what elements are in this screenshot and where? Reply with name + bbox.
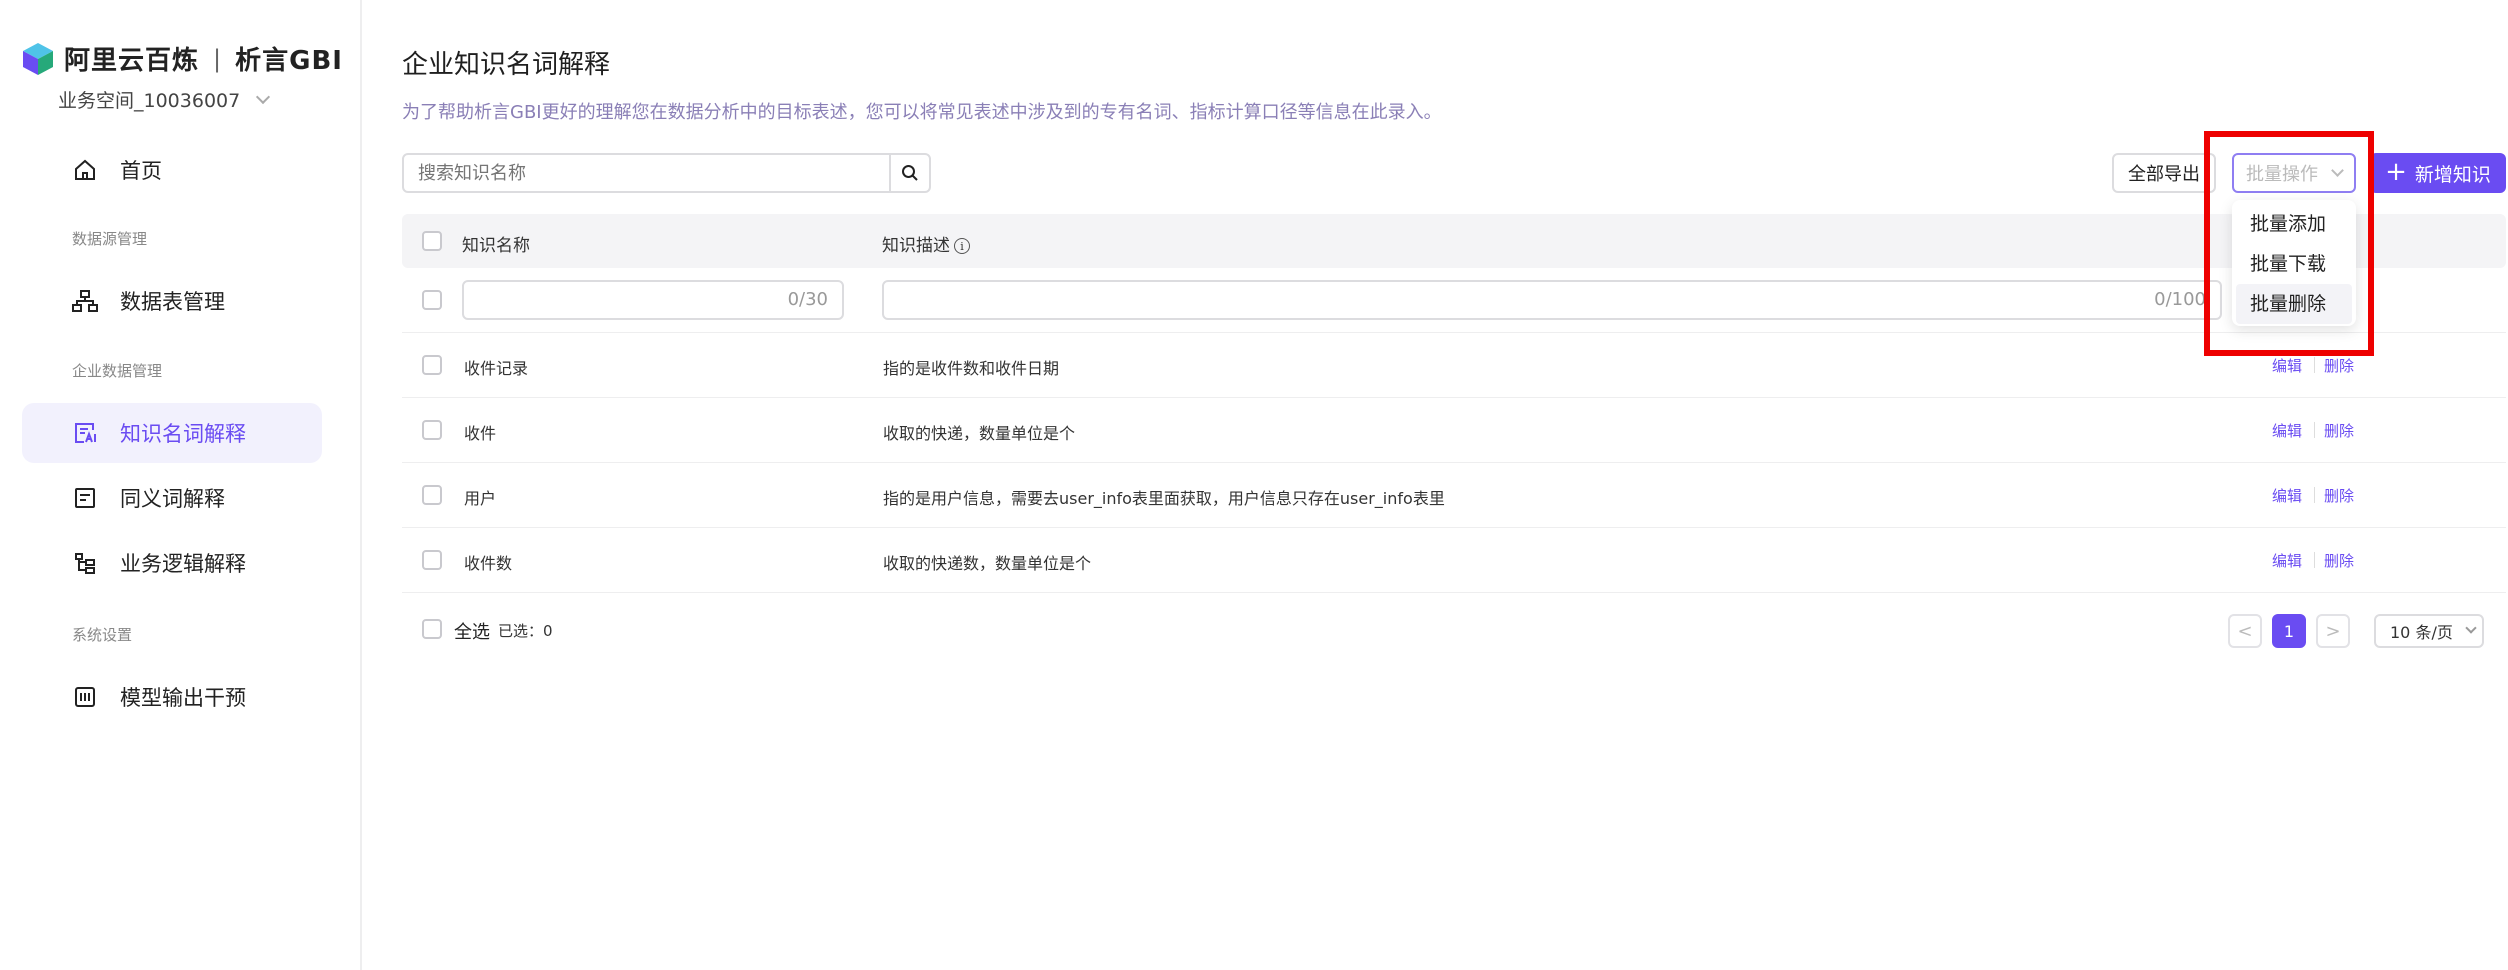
document-icon <box>72 485 98 511</box>
model-output-icon <box>72 684 98 710</box>
workspace-selector[interactable]: 业务空间_10036007 <box>58 86 271 113</box>
home-icon <box>72 157 98 183</box>
action-divider <box>2314 552 2315 568</box>
nav-group-enterprise: 企业数据管理 <box>72 362 163 380</box>
sidebar-item-label: 模型输出干预 <box>120 686 246 710</box>
knowledge-description: 指的是用户信息，需要去user_info表里面获取，用户信息只存在user_in… <box>883 489 1445 508</box>
export-all-button[interactable]: 全部导出 <box>2112 153 2216 193</box>
table-row: 用户 指的是用户信息，需要去user_info表里面获取，用户信息只存在user… <box>402 463 2506 528</box>
brand[interactable]: 阿里云百炼 | 析言GBI <box>22 40 343 77</box>
table-row: 收件数 收取的快递数，数量单位是个 编辑 删除 <box>402 528 2506 593</box>
edit-link[interactable]: 编辑 <box>2272 485 2302 506</box>
sidebar-item-label: 同义词解释 <box>120 487 225 511</box>
info-icon[interactable]: i <box>954 238 970 254</box>
row-checkbox[interactable] <box>422 290 442 310</box>
brand-name: 阿里云百炼 <box>64 46 200 76</box>
page-size-select[interactable]: 10 条/页 <box>2374 614 2484 648</box>
sidebar-item-label: 业务逻辑解释 <box>120 552 246 576</box>
delete-link[interactable]: 删除 <box>2324 355 2354 376</box>
sidebar-item-knowledge[interactable]: 知识名词解释 <box>22 403 322 463</box>
knowledge-description: 收取的快递，数量单位是个 <box>883 424 1076 443</box>
knowledge-name: 收件记录 <box>464 359 529 378</box>
delete-link[interactable]: 删除 <box>2324 550 2354 571</box>
nav-group-system: 系统设置 <box>72 626 133 644</box>
knowledge-description: 指的是收件数和收件日期 <box>883 359 1060 378</box>
row-checkbox[interactable] <box>422 550 442 570</box>
sidebar-item-model-output[interactable]: 模型输出干预 <box>22 667 322 727</box>
knowledge-name: 用户 <box>464 489 497 508</box>
highlight-box <box>2204 131 2374 356</box>
prev-page-button[interactable]: < <box>2228 614 2262 648</box>
knowledge-name: 收件数 <box>464 554 513 573</box>
sidebar-item-home[interactable]: 首页 <box>22 140 322 200</box>
action-divider <box>2314 357 2315 373</box>
sidebar-item-label: 数据表管理 <box>120 290 225 314</box>
column-header-description-label: 知识描述 <box>882 236 950 256</box>
select-all-checkbox[interactable] <box>422 619 442 639</box>
knowledge-name: 收件 <box>464 424 497 443</box>
workspace-name: 业务空间_10036007 <box>58 90 241 112</box>
chevron-down-icon <box>2465 622 2477 634</box>
page-1-button[interactable]: 1 <box>2272 614 2306 648</box>
row-checkbox[interactable] <box>422 420 442 440</box>
edit-link[interactable]: 编辑 <box>2272 550 2302 571</box>
sidebar-item-table-management[interactable]: 数据表管理 <box>22 271 322 331</box>
bailian-logo-icon <box>23 42 53 75</box>
sidebar-item-label: 知识名词解释 <box>120 422 246 446</box>
add-knowledge-label: 新增知识 <box>2414 163 2491 186</box>
column-header-description: 知识描述 i <box>882 231 970 256</box>
table-row: 收件 收取的快递，数量单位是个 编辑 删除 <box>402 398 2506 463</box>
action-divider <box>2314 487 2315 503</box>
page-size-value: 10 条/页 <box>2390 623 2453 642</box>
chevron-left-icon: < <box>2237 620 2253 642</box>
page-description: 为了帮助析言GBI更好的理解您在数据分析中的目标表述，您可以将常见表述中涉及到的… <box>402 102 1442 123</box>
logic-tree-icon <box>72 550 98 576</box>
hierarchy-icon <box>72 288 98 314</box>
sidebar-item-synonym[interactable]: 同义词解释 <box>22 468 322 528</box>
brand-separator: | <box>213 44 222 73</box>
chevron-down-icon <box>256 89 271 104</box>
page-title: 企业知识名词解释 <box>402 50 611 80</box>
chevron-right-icon: > <box>2325 620 2341 642</box>
knowledge-description-input[interactable]: 0/100 <box>882 280 2222 320</box>
selected-count: 已选：0 <box>498 622 553 640</box>
edit-link[interactable]: 编辑 <box>2272 355 2302 376</box>
search-icon <box>902 165 918 181</box>
select-all-header-checkbox[interactable] <box>422 231 442 251</box>
search-input[interactable] <box>402 153 891 193</box>
sidebar-item-label: 首页 <box>120 159 162 183</box>
knowledge-description: 收取的快递数，数量单位是个 <box>883 554 1092 573</box>
row-checkbox[interactable] <box>422 355 442 375</box>
add-knowledge-button[interactable]: + 新增知识 <box>2370 153 2506 193</box>
search-button[interactable] <box>889 153 931 193</box>
sidebar: 阿里云百炼 | 析言GBI 业务空间_10036007 首页 数据源管理 数据表… <box>0 0 362 970</box>
plus-icon: + <box>2385 156 2407 187</box>
row-checkbox[interactable] <box>422 485 442 505</box>
new-entry-row: 0/30 0/100 <box>402 268 2506 333</box>
table-header: 知识名称 知识描述 i <box>402 214 2506 268</box>
edit-link[interactable]: 编辑 <box>2272 420 2302 441</box>
column-header-name: 知识名称 <box>462 236 530 256</box>
nav-group-datasource: 数据源管理 <box>72 230 148 248</box>
delete-link[interactable]: 删除 <box>2324 420 2354 441</box>
next-page-button[interactable]: > <box>2316 614 2350 648</box>
select-all-label[interactable]: 全选 <box>454 618 490 644</box>
knowledge-name-input[interactable]: 0/30 <box>462 280 844 320</box>
sidebar-item-business-logic[interactable]: 业务逻辑解释 <box>22 533 322 593</box>
delete-link[interactable]: 删除 <box>2324 485 2354 506</box>
product-name: 析言GBI <box>235 46 343 76</box>
knowledge-ai-icon <box>72 420 98 446</box>
action-divider <box>2314 422 2315 438</box>
table-row: 收件记录 指的是收件数和收件日期 编辑 删除 <box>402 333 2506 398</box>
